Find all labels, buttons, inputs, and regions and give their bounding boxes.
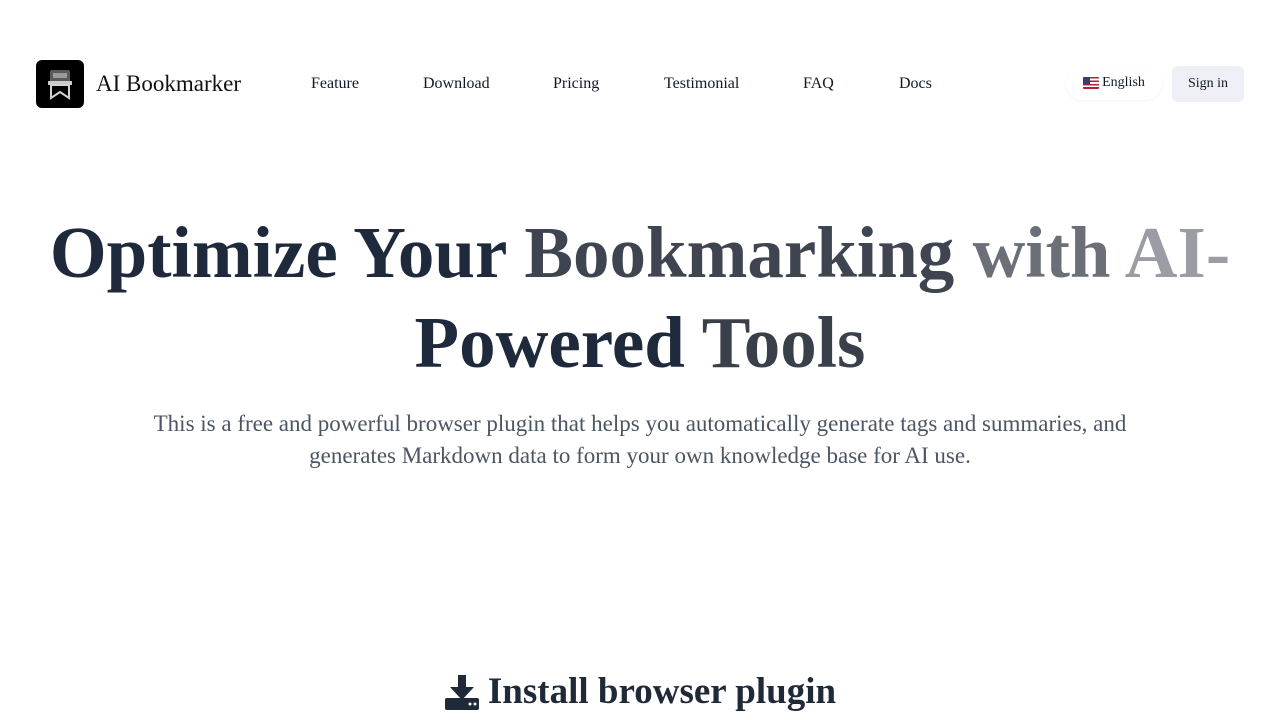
nav-testimonial[interactable]: Testimonial (664, 74, 739, 94)
hero-title-part: with (972, 212, 1125, 293)
language-label: English (1102, 75, 1145, 90)
nav-docs[interactable]: Docs (899, 74, 932, 94)
sign-in-button[interactable]: Sign in (1172, 66, 1244, 102)
language-selector[interactable]: English (1066, 66, 1162, 100)
nav-feature[interactable]: Feature (311, 74, 359, 94)
hero-title-part: Optimize (49, 212, 354, 293)
download-icon (444, 675, 479, 710)
nav-download[interactable]: Download (423, 74, 490, 94)
hero-subtitle: This is a free and powerful browser plug… (153, 411, 1127, 468)
nav-pricing[interactable]: Pricing (553, 74, 599, 94)
hero-title-part: Tools (701, 302, 866, 383)
nav-faq[interactable]: FAQ (803, 74, 834, 94)
hero-title: Optimize Your Bookmarking with AI- Powere… (40, 208, 1240, 388)
hero-title-part: AI- (1124, 212, 1231, 293)
us-flag-icon (1083, 77, 1100, 89)
install-section: Install browser plugin (0, 668, 1280, 716)
hero-title-part: Powered (414, 302, 702, 383)
logo-icon[interactable] (36, 60, 84, 108)
top-nav: AI Bookmarker Feature Download Pricing T… (0, 60, 1280, 108)
install-heading: Install browser plugin (487, 671, 837, 712)
brand-name[interactable]: AI Bookmarker (96, 70, 241, 98)
hero-title-part: Bookmarking (524, 212, 973, 293)
hero-title-part: Your (353, 212, 525, 293)
